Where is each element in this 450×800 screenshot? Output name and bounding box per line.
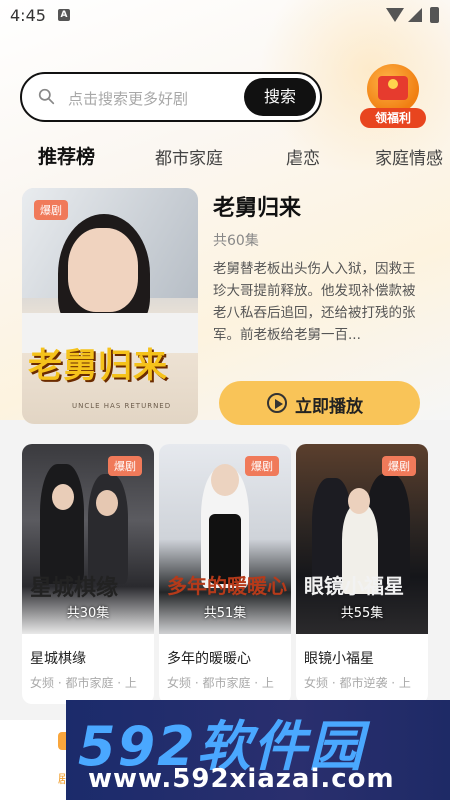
hot-badge: 爆剧 [108,456,142,476]
signal-icon [408,8,422,22]
poster-title: 老舅归来 [28,346,168,386]
tab-family-emotion[interactable]: 家庭情感 [375,144,443,169]
poster-subtitle: UNCLE HAS RETURNED [72,402,172,410]
hot-badge: 爆剧 [245,456,279,476]
drama-card[interactable]: 多年的暖暖心 爆剧 共51集 多年的暖暖心 女频 · 都市家庭 · 上 [159,444,291,704]
bottom-nav: 剧 [0,720,72,800]
watermark-banner: 592软件园 www.592xiazai.com [66,700,450,800]
tab-recommend[interactable]: 推荐榜 [38,142,95,169]
notification-app-icon: A [58,9,70,21]
featured-title[interactable]: 老舅归来 [213,190,301,222]
drama-title: 多年的暖暖心 [167,651,251,667]
battery-icon [430,7,439,23]
status-bar: 4:45 A [0,0,450,32]
drama-title: 眼镜小福星 [304,651,374,667]
drama-title: 星城棋缘 [30,651,86,667]
hot-badge: 爆剧 [382,456,416,476]
welfare-button[interactable]: 领福利 [358,64,428,130]
drama-tags: 女频 · 都市家庭 · 上 [30,676,137,690]
welfare-label: 领福利 [360,108,426,128]
featured-episodes: 共60集 [213,233,259,249]
drama-episodes: 共51集 [203,606,247,621]
drama-episodes: 共30集 [66,606,110,621]
play-now-button[interactable]: 立即播放 [219,381,420,425]
drama-episodes: 共55集 [340,606,384,621]
hot-badge: 爆剧 [34,200,68,220]
tab-urban-family[interactable]: 都市家庭 [155,144,223,169]
red-envelope-icon [378,76,408,100]
featured-poster[interactable]: 老舅归来 UNCLE HAS RETURNED 爆剧 [22,188,198,424]
drama-tags: 女频 · 都市家庭 · 上 [167,676,274,690]
category-tabs: 推荐榜 都市家庭 虐恋 家庭情感 [0,140,450,176]
drama-card[interactable]: 星城棋缘 爆剧 共30集 星城棋缘 女频 · 都市家庭 · 上 [22,444,154,704]
search-input[interactable]: 点击搜索更多好剧 [68,88,188,109]
poster-title: 星城棋缘 [30,575,119,601]
app-screen: 4:45 A 点击搜索更多好剧 搜索 领福利 推荐榜 都市家庭 虐恋 家庭情感 … [0,0,450,800]
search-icon [38,88,55,105]
search-bar[interactable]: 点击搜索更多好剧 搜索 [20,72,322,122]
tab-romance[interactable]: 虐恋 [286,144,320,169]
watermark-url: www.592xiazai.com [88,764,395,794]
drama-card[interactable]: 眼镜小福星 爆剧 共55集 眼镜小福星 女频 · 都市逆袭 · 上 [296,444,428,704]
play-circle-icon [267,393,287,413]
drama-tags: 女频 · 都市逆袭 · 上 [304,676,411,690]
featured-description: 老舅替老板出头伤人入狱，因救王珍大哥提前释放。他发现补偿款被老八私吞后追回，还给… [213,261,416,343]
poster-title: 多年的暖暖心 [167,574,287,598]
wifi-icon [386,8,404,22]
poster-title: 眼镜小福星 [304,574,404,598]
status-time: 4:45 [10,6,46,25]
poster-face [68,228,138,312]
play-now-label: 立即播放 [295,397,363,417]
search-button[interactable]: 搜索 [244,78,316,116]
